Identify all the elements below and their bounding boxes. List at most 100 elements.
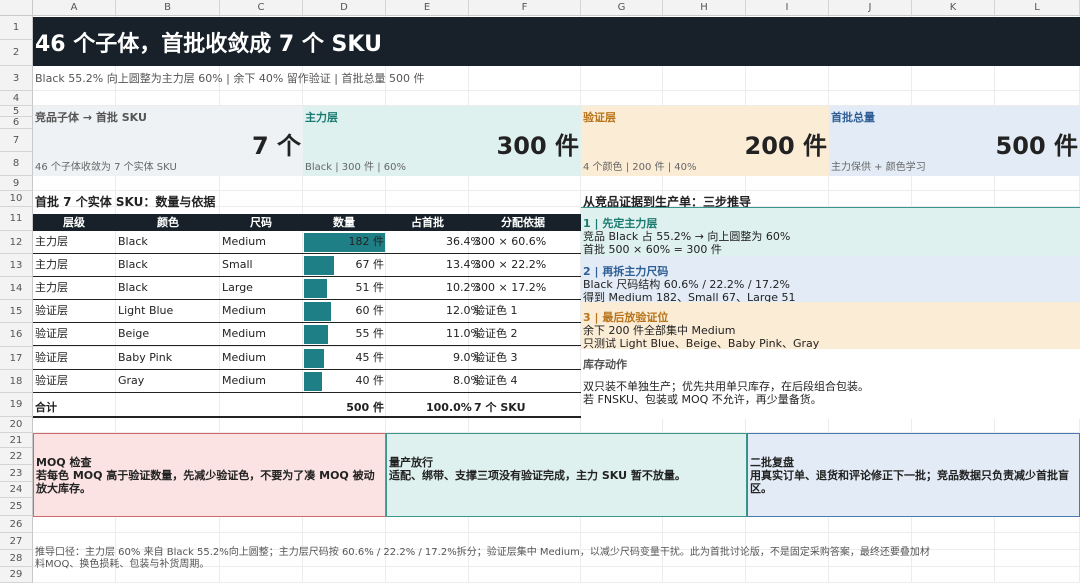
row-header[interactable]: 19 [0,393,33,417]
kpi-card-main-tier[interactable]: 主力层 300 件 Black | 300 件 | 60% [303,106,581,176]
column-header[interactable]: J [829,0,912,16]
row-header[interactable]: 22 [0,448,33,465]
row-header[interactable]: 20 [0,417,33,433]
header-share[interactable]: 占首批 [411,214,444,230]
row-header[interactable]: 16 [0,323,33,347]
cell-qty[interactable]: 60 件 [356,300,385,322]
row-header[interactable]: 9 [0,176,33,191]
cell-color[interactable]: Light Blue [118,300,173,322]
row-header[interactable]: 14 [0,277,33,300]
column-header[interactable]: A [33,0,116,16]
cell-color[interactable]: Baby Pink [118,347,172,369]
note-box[interactable]: MOQ 检查 若每色 MOQ 高于验证数量，先减少验证色，不要为了凑 MOQ 被动… [33,433,386,517]
cell-tier[interactable]: 主力层 [35,231,68,253]
kpi-card-total[interactable]: 首批总量 500 件 主力保供 + 颜色学习 [829,106,1080,176]
column-header[interactable]: L [995,0,1080,16]
row-header[interactable]: 2 [0,40,33,66]
row-header[interactable]: 27 [0,533,33,550]
select-all-corner[interactable] [0,0,33,16]
row-header[interactable]: 25 [0,498,33,516]
cell-qty[interactable]: 67 件 [356,254,385,276]
cell-color[interactable]: Black [118,277,148,299]
table-total-row[interactable]: 合计 500 件 100.0% 7 个 SKU [33,398,581,418]
cell-size[interactable]: Medium [222,231,266,253]
kpi-card-validation-tier[interactable]: 验证层 200 件 4 个颜色 | 200 件 | 40% [581,106,829,176]
step-card[interactable]: 2 | 再拆主力尺码 Black 尺码结构 60.6% / 22.2% / 17.… [581,256,1080,302]
header-size[interactable]: 尺码 [250,214,272,230]
column-header[interactable]: K [912,0,995,16]
cell-size[interactable]: Medium [222,323,266,345]
cell-tier[interactable]: 验证层 [35,323,68,345]
row-header[interactable]: 17 [0,347,33,370]
row-header[interactable]: 12 [0,231,33,254]
cell-tier[interactable]: 验证层 [35,347,68,369]
footnote[interactable]: 推导口径：主力层 60% 来自 Black 55.2%向上圆整；主力层尺码按 6… [35,547,935,571]
row-header[interactable]: 18 [0,370,33,393]
column-header[interactable]: C [220,0,303,16]
column-header[interactable]: D [303,0,386,16]
table-row[interactable]: 主力层 Black Medium 182 件 36.4% 300 × 60.6% [33,231,581,254]
cell-qty[interactable]: 40 件 [356,370,385,392]
cell-size[interactable]: Medium [222,347,266,369]
row-header[interactable]: 15 [0,300,33,323]
cell-size[interactable]: Small [222,254,253,276]
cell-qty[interactable]: 182 件 [349,231,385,253]
column-header[interactable]: I [746,0,829,16]
row-header[interactable]: 5 [0,106,33,117]
column-header[interactable]: E [386,0,469,16]
row-header[interactable]: 23 [0,465,33,482]
cell-size[interactable]: Medium [222,300,266,322]
cell-tier[interactable]: 验证层 [35,300,68,322]
row-header[interactable]: 3 [0,66,33,91]
row-header[interactable]: 8 [0,152,33,176]
row-header[interactable]: 13 [0,254,33,277]
cell-color[interactable]: Gray [118,370,144,392]
cell-basis[interactable]: 验证色 2 [474,323,518,345]
cell-tier[interactable]: 验证层 [35,370,68,392]
column-header[interactable]: B [116,0,220,16]
table-row[interactable]: 主力层 Black Large 51 件 10.2% 300 × 17.2% [33,277,581,300]
column-header[interactable]: H [663,0,746,16]
row-header[interactable]: 24 [0,482,33,498]
row-header[interactable]: 7 [0,129,33,152]
step-card[interactable]: 1 | 先定主力层 竞品 Black 占 55.2% → 向上圆整为 60% 首批 … [581,207,1080,256]
table-row[interactable]: 验证层 Beige Medium 55 件 11.0% 验证色 2 [33,323,581,346]
header-basis[interactable]: 分配依据 [501,214,545,230]
row-header[interactable]: 11 [0,207,33,231]
row-header[interactable]: 1 [0,16,33,40]
header-color[interactable]: 颜色 [157,214,179,230]
note-box[interactable]: 二批复盘 用真实订单、退货和评论修正下一批；竞品数据只负责减少首批盲区。 [747,433,1080,517]
cell-qty[interactable]: 51 件 [356,277,385,299]
step-card[interactable]: 3 | 最后放验证位 余下 200 件全部集中 Medium 只测试 Light B… [581,302,1080,349]
cell-basis[interactable]: 300 × 60.6% [474,231,546,253]
table-row[interactable]: 验证层 Light Blue Medium 60 件 12.0% 验证色 1 [33,300,581,323]
sheet-subtitle[interactable]: Black 55.2% 向上圆整为主力层 60% | 余下 40% 留作验证 |… [35,70,424,86]
cell-basis[interactable]: 300 × 17.2% [474,277,546,299]
cell-color[interactable]: Beige [118,323,149,345]
table-section-title[interactable]: 首批 7 个实体 SKU：数量与依据 [35,193,215,210]
row-header[interactable]: 6 [0,117,33,129]
row-header[interactable]: 26 [0,516,33,533]
row-header[interactable]: 28 [0,550,33,567]
cell-qty[interactable]: 55 件 [356,323,385,345]
header-qty[interactable]: 数量 [333,214,355,230]
cell-size[interactable]: Large [222,277,253,299]
table-row[interactable]: 主力层 Black Small 67 件 13.4% 300 × 22.2% [33,254,581,277]
kpi-card-sku-count[interactable]: 竞品子体 → 首批 SKU 7 个 46 个子体收敛为 7 个实体 SKU [33,106,303,176]
cell-tier[interactable]: 主力层 [35,277,68,299]
cell-basis[interactable]: 验证色 3 [474,347,518,369]
row-header[interactable]: 21 [0,433,33,448]
row-header[interactable]: 29 [0,567,33,583]
cell-qty[interactable]: 45 件 [356,347,385,369]
cell-size[interactable]: Medium [222,370,266,392]
column-header[interactable]: G [581,0,663,16]
inventory-action[interactable]: 库存动作 双只装不单独生产；优先共用单只库存，在后段组合包装。 若 FNSKU、… [581,349,1080,419]
cell-tier[interactable]: 主力层 [35,254,68,276]
row-header[interactable]: 10 [0,191,33,207]
table-row[interactable]: 验证层 Gray Medium 40 件 8.0% 验证色 4 [33,370,581,393]
column-header[interactable]: F [469,0,581,16]
cell-color[interactable]: Black [118,254,148,276]
table-row[interactable]: 验证层 Baby Pink Medium 45 件 9.0% 验证色 3 [33,347,581,370]
header-tier[interactable]: 层级 [63,214,85,230]
note-box[interactable]: 量产放行 适配、绑带、支撑三项没有验证完成，主力 SKU 暂不放量。 [386,433,747,517]
